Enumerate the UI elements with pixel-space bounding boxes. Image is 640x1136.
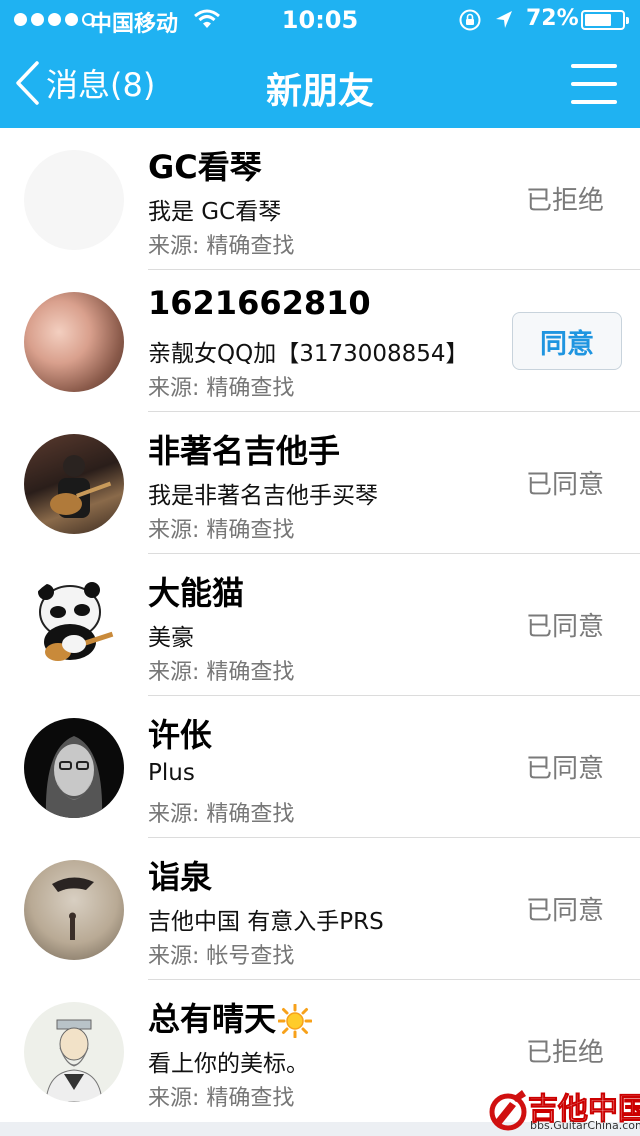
friend-request-row[interactable]: 1621662810 亲靓女QQ加【3173008854】 来源: 精确查找 同… <box>0 270 640 412</box>
request-message: 亲靓女QQ加【3173008854】 <box>148 341 469 367</box>
status-label: 已同意 <box>525 470 604 500</box>
cat-jump-photo <box>52 877 94 940</box>
avatar[interactable] <box>24 860 124 960</box>
friend-request-row[interactable]: 大能猫 美豪 来源: 精确查找 已同意 <box>0 554 640 696</box>
request-message: 我是非著名吉他手买琴 <box>148 483 378 509</box>
status-label: 已同意 <box>525 754 604 784</box>
request-message: 我是 GC看琴 <box>148 199 282 225</box>
location-arrow-icon <box>496 11 512 28</box>
request-source: 来源: 精确查找 <box>148 376 295 401</box>
rotation-lock-icon <box>459 9 481 31</box>
request-source: 来源: 精确查找 <box>148 1086 295 1111</box>
avatar[interactable] <box>24 150 124 250</box>
battery-fill <box>585 14 611 26</box>
top-bar: 中国移动 10:05 72% 消息(8) 新朋友 <box>0 0 640 128</box>
guitarist-photo <box>50 455 112 518</box>
request-source: 来源: 精确查找 <box>148 660 295 685</box>
avatar[interactable] <box>24 292 124 392</box>
request-source: 来源: 精确查找 <box>148 518 295 543</box>
avatar[interactable] <box>24 576 124 676</box>
battery-percent: 72% <box>526 6 579 31</box>
menu-icon[interactable] <box>571 64 617 104</box>
status-label: 已同意 <box>525 612 604 642</box>
bearded-man-illustration <box>45 1019 103 1102</box>
avatar[interactable] <box>24 718 124 818</box>
battery-icon <box>581 10 629 30</box>
status-label: 已拒绝 <box>525 1038 604 1068</box>
request-name: 1621662810 <box>148 284 371 322</box>
avatar[interactable] <box>24 1002 124 1102</box>
status-label: 已同意 <box>525 896 604 926</box>
friend-request-row[interactable]: 诣泉 吉他中国 有意入手PRS 来源: 帐号查找 已同意 <box>0 838 640 980</box>
agree-button[interactable]: 同意 <box>512 312 622 370</box>
guitarchina-logo-icon <box>489 1090 527 1131</box>
request-message: 吉他中国 有意入手PRS <box>148 909 384 935</box>
request-message: Plus <box>148 760 195 786</box>
request-name: 大能猫 <box>148 574 245 612</box>
request-message: 美豪 <box>148 625 194 651</box>
request-name: 非著名吉他手 <box>148 432 341 470</box>
request-name: 许伥 <box>148 716 213 754</box>
request-source: 来源: 精确查找 <box>148 802 295 827</box>
sun-icon <box>278 1004 313 1038</box>
request-message: 看上你的美标。 <box>148 1051 309 1077</box>
friend-request-row[interactable]: 许伥 Plus 来源: 精确查找 已同意 <box>0 696 640 838</box>
request-name: GC看琴 <box>148 148 262 186</box>
site-watermark: 吉他中国 bbs.GuitarChina.com <box>486 1082 640 1136</box>
friend-request-row[interactable]: 非著名吉他手 我是非著名吉他手买琴 来源: 精确查找 已同意 <box>0 412 640 554</box>
request-source: 来源: 精确查找 <box>148 234 295 259</box>
status-bar: 中国移动 10:05 72% <box>0 0 640 40</box>
nav-bar: 消息(8) 新朋友 <box>0 40 640 128</box>
panda-icon <box>38 582 114 661</box>
watermark-url: bbs.GuitarChina.com <box>530 1119 640 1132</box>
page-title: 新朋友 <box>265 71 374 112</box>
request-name: 总有晴天 <box>148 994 313 1040</box>
friend-request-row[interactable]: GC看琴 我是 GC看琴 来源: 精确查找 已拒绝 <box>0 128 640 270</box>
request-name: 诣泉 <box>148 858 213 896</box>
avatar[interactable] <box>24 434 124 534</box>
portrait-photo <box>45 736 103 818</box>
status-label: 已拒绝 <box>525 186 604 216</box>
new-friends-list: GC看琴 我是 GC看琴 来源: 精确查找 已拒绝 1621662810 亲靓女… <box>0 128 640 1122</box>
request-name-text: 总有晴天 <box>148 1000 277 1038</box>
request-source: 来源: 帐号查找 <box>148 944 295 969</box>
